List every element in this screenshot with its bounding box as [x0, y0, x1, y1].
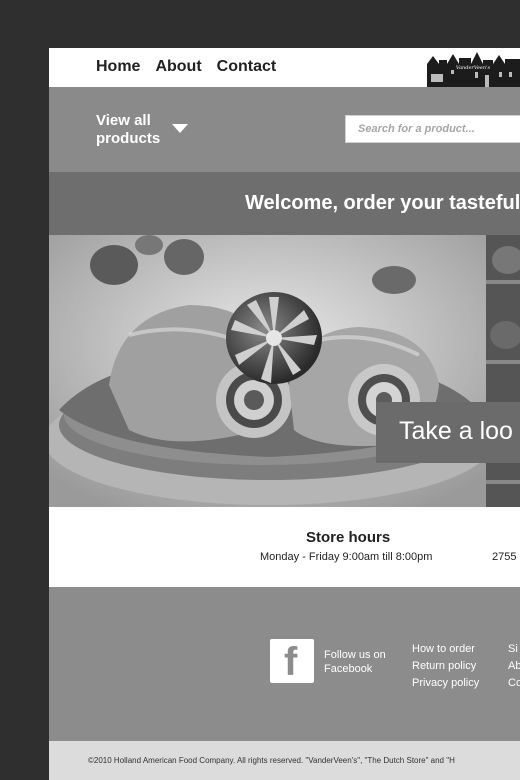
- return-policy-link[interactable]: Return policy: [412, 658, 479, 675]
- cta-label: Take a loo: [399, 417, 513, 445]
- view-all-products-dropdown[interactable]: View all products: [96, 112, 160, 148]
- filter-bar: View all products: [49, 87, 520, 172]
- store-address: 2755: [492, 551, 517, 563]
- footer-link-ab[interactable]: Ab: [508, 658, 520, 675]
- follow-label-2: Facebook: [324, 663, 373, 675]
- welcome-title: Welcome, order your tasteful: [245, 192, 520, 214]
- nav-contact-link[interactable]: Contact: [217, 58, 277, 76]
- store-logo[interactable]: VanderVeen's: [427, 50, 520, 87]
- store-hours-title: Store hours: [306, 529, 391, 546]
- footer-links: How to order Return policy Privacy polic…: [412, 641, 479, 692]
- privacy-policy-link[interactable]: Privacy policy: [412, 675, 479, 692]
- copyright-bar: ©2010 Holland American Food Company. All…: [49, 741, 520, 780]
- caret-down-icon[interactable]: [172, 124, 188, 133]
- view-all-label-1: View all: [96, 112, 151, 129]
- footer-links-secondary: Si Ab Co: [508, 641, 520, 692]
- follow-label-1: Follow us on: [324, 649, 386, 661]
- follow-facebook-link[interactable]: Follow us on Facebook: [324, 648, 386, 676]
- how-to-order-link[interactable]: How to order: [412, 641, 479, 658]
- nav-home-link[interactable]: Home: [96, 58, 140, 76]
- store-hours-schedule: Monday - Friday 9:00am till 8:00pm: [260, 551, 433, 563]
- side-image: [486, 235, 520, 507]
- footer-link-co[interactable]: Co: [508, 675, 520, 692]
- page: Home About Contact VanderVeen's View all…: [49, 48, 520, 780]
- hero-section: Take a loo: [49, 235, 520, 507]
- pancake-image: [49, 235, 494, 507]
- top-nav: Home About Contact VanderVeen's: [49, 48, 520, 87]
- facebook-icon[interactable]: f: [270, 639, 314, 684]
- copyright-text: ©2010 Holland American Food Company. All…: [88, 756, 455, 765]
- footer: f Follow us on Facebook How to order Ret…: [49, 587, 520, 741]
- welcome-banner: Welcome, order your tasteful: [49, 172, 520, 235]
- store-hours-section: Store hours Monday - Friday 9:00am till …: [49, 507, 520, 587]
- logo-text: VanderVeen's: [456, 65, 491, 71]
- take-a-look-button[interactable]: Take a loo: [376, 402, 520, 463]
- nav-about-link[interactable]: About: [155, 58, 201, 76]
- footer-link-si[interactable]: Si: [508, 641, 520, 658]
- search-input[interactable]: [345, 115, 520, 143]
- view-all-label-2: products: [96, 130, 161, 147]
